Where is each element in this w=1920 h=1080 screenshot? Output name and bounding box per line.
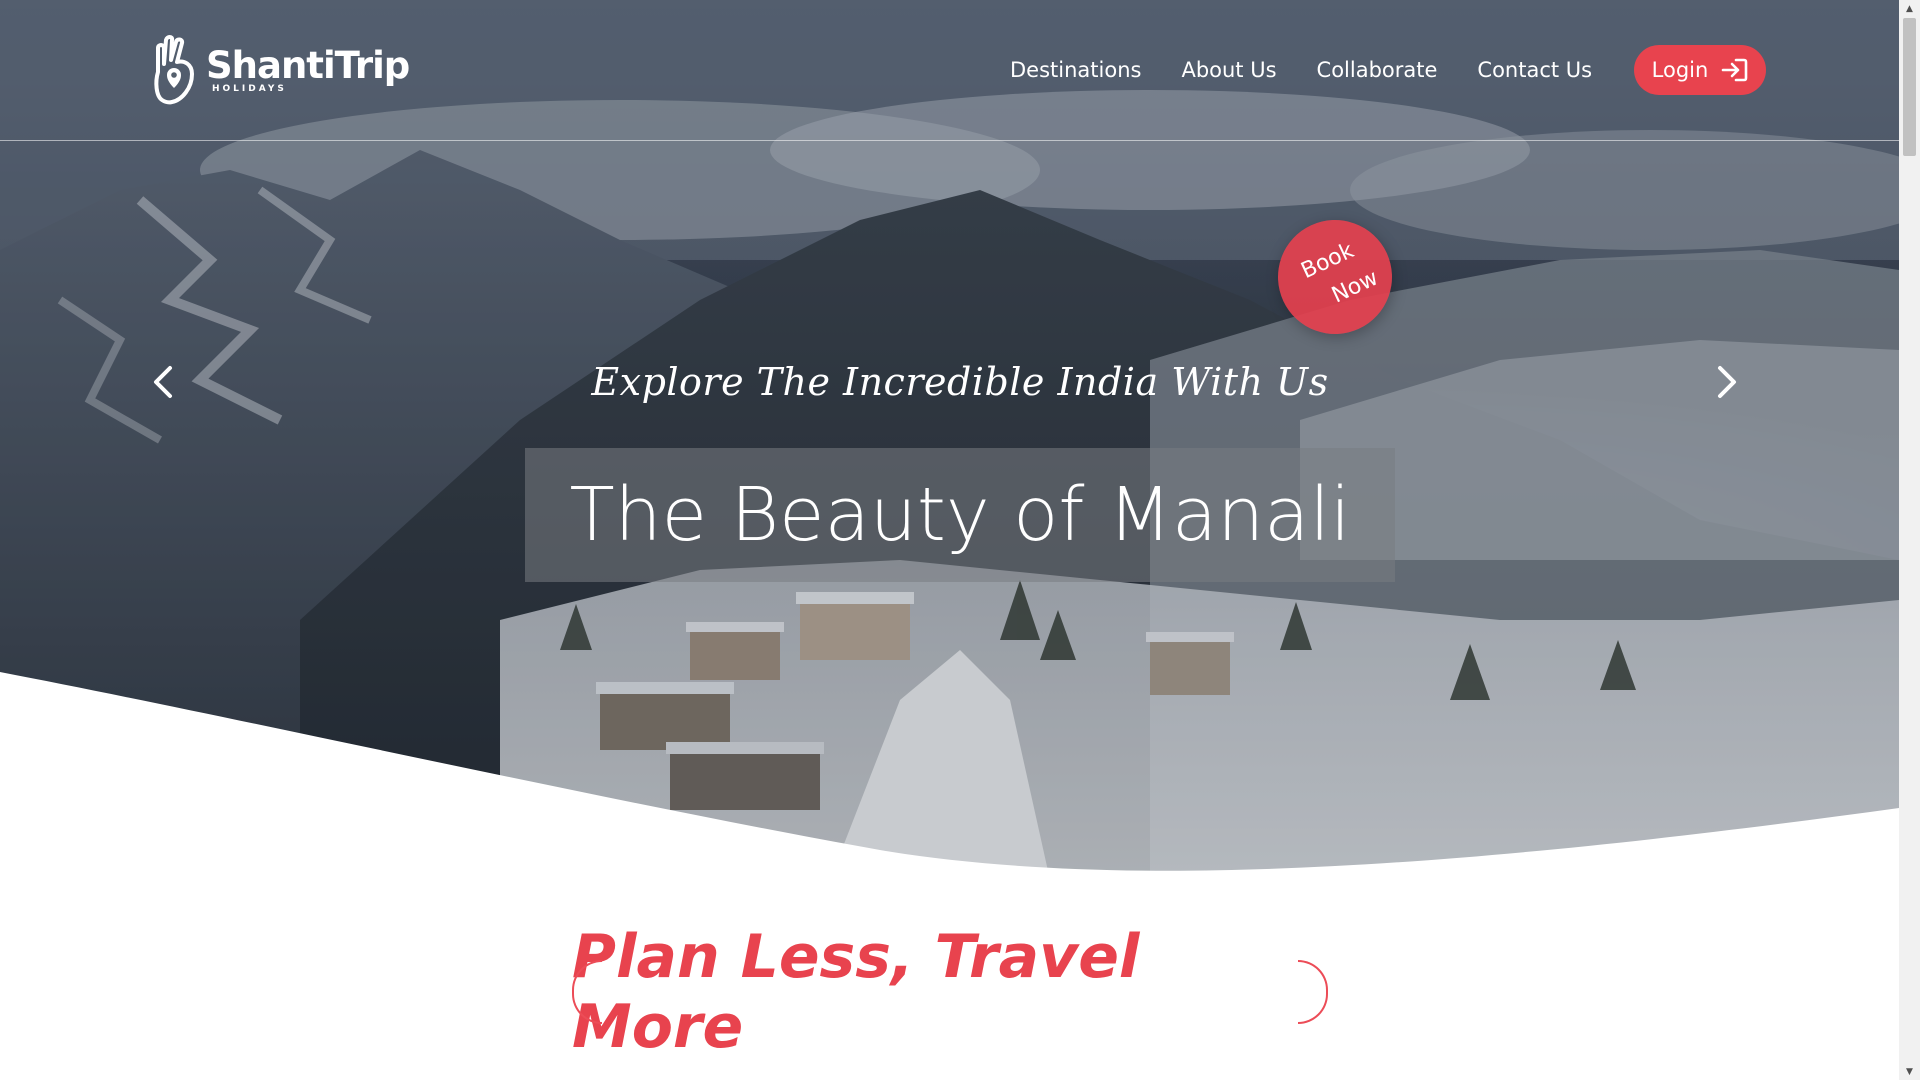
brand-logo[interactable]: ShantiTrip HOLIDAYS bbox=[152, 34, 410, 106]
site-header: ShantiTrip HOLIDAYS Destinations About U… bbox=[0, 0, 1899, 141]
page-scrollbar[interactable]: ▲ ▼ bbox=[1899, 0, 1920, 1080]
hand-ok-pin-icon bbox=[154, 35, 194, 105]
nav-about-us[interactable]: About Us bbox=[1181, 46, 1276, 94]
section-heading: Plan Less, Travel More bbox=[572, 922, 1328, 1062]
brand-name: ShantiTrip bbox=[206, 43, 410, 87]
scrollbar-thumb[interactable] bbox=[1903, 18, 1916, 156]
scroll-up-arrow-icon[interactable]: ▲ bbox=[1899, 0, 1920, 17]
login-button[interactable]: Login bbox=[1634, 45, 1766, 95]
scroll-down-arrow-icon[interactable]: ▼ bbox=[1899, 1063, 1920, 1080]
nav-contact-us[interactable]: Contact Us bbox=[1477, 46, 1592, 94]
login-label: Login bbox=[1651, 58, 1709, 82]
hero-tagline: Explore The Incredible India With Us bbox=[591, 360, 1329, 404]
hero-title: The Beauty of Manali bbox=[569, 472, 1351, 558]
nav-destinations[interactable]: Destinations bbox=[1010, 46, 1141, 94]
section-heading-text: Plan Less, Travel More bbox=[572, 922, 1140, 1062]
main-nav: Destinations About Us Collaborate Contac… bbox=[1010, 46, 1592, 94]
sign-in-arrow-icon bbox=[1722, 58, 1748, 82]
hero-title-box: The Beauty of Manali bbox=[525, 448, 1395, 582]
nav-collaborate[interactable]: Collaborate bbox=[1317, 46, 1438, 94]
